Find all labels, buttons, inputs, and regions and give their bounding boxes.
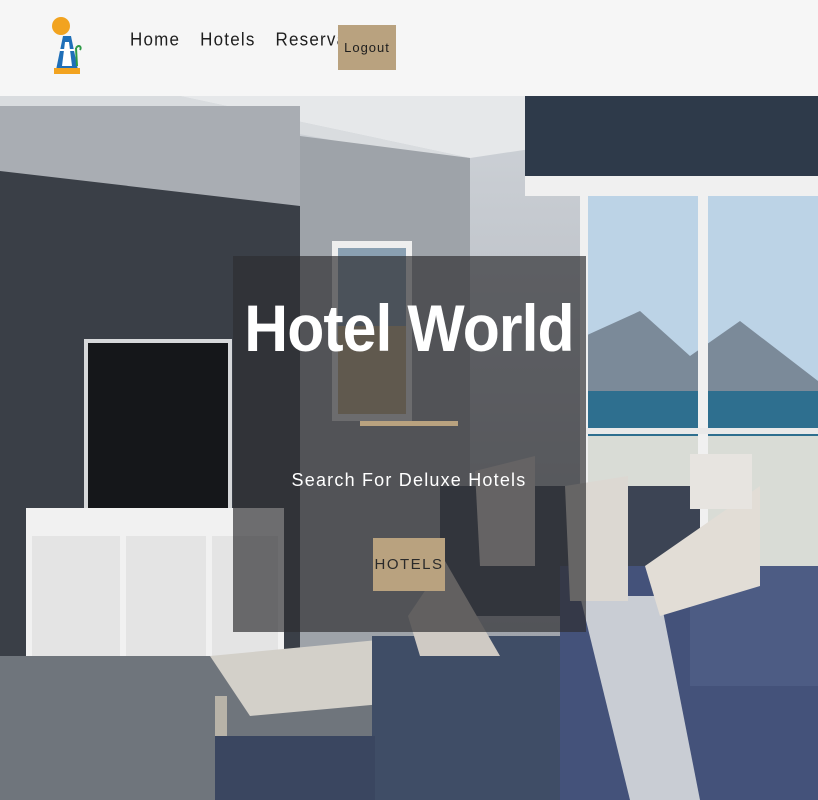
hero-title: Hotel World — [244, 291, 574, 365]
logout-button[interactable]: Logout — [338, 25, 396, 70]
hotels-button[interactable]: HOTELS — [373, 538, 445, 591]
nav-hotels-link[interactable]: Hotels — [200, 29, 255, 51]
hotel-logo-icon[interactable] — [52, 14, 82, 74]
hero-section: Hotel World Search For Deluxe Hotels HOT… — [0, 96, 818, 800]
site-header: Home Hotels Reservation Logout — [0, 0, 818, 96]
nav-home-link[interactable]: Home — [130, 29, 180, 51]
title-divider — [360, 421, 458, 426]
hero-subtitle: Search For Deluxe Hotels — [291, 470, 527, 490]
